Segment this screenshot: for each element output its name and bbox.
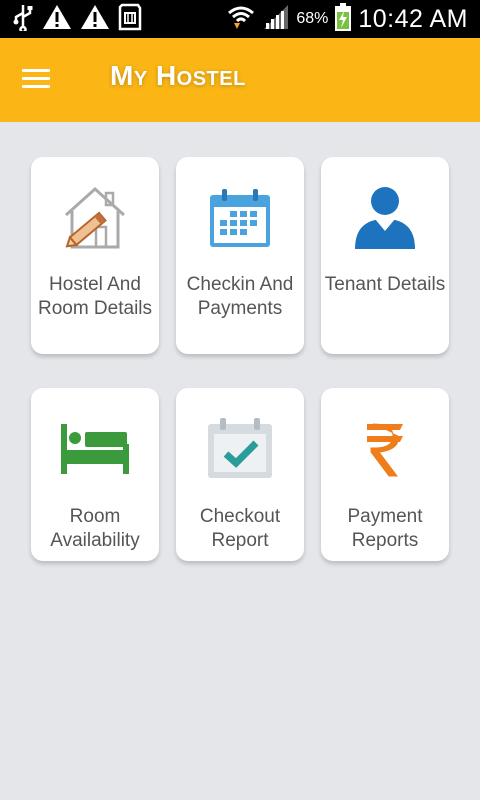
tile-tenant-details[interactable]: Tenant Details: [321, 157, 449, 354]
signal-icon: [262, 3, 290, 36]
tile-label: Room Availability: [50, 506, 140, 551]
battery-charging-icon: [334, 2, 352, 37]
usb-icon: [12, 3, 34, 36]
tile-label: Tenant Details: [324, 274, 446, 295]
tile-hostel-room-details[interactable]: Hostel And Room Details: [31, 157, 159, 354]
tile-checkout-report[interactable]: Checkout Report: [176, 388, 304, 561]
menu-button[interactable]: [22, 64, 62, 96]
app-bar: My Hostel: [0, 38, 480, 122]
tile-label: Checkin And Payments: [186, 274, 294, 319]
battery-percent: 68%: [296, 10, 329, 27]
status-bar: 68% 10:42 AM: [0, 0, 480, 38]
clock: 10:42 AM: [358, 4, 468, 33]
person-icon: [321, 185, 449, 251]
tile-label: Checkout Report: [199, 506, 281, 551]
house-pencil-icon: [31, 183, 159, 253]
sd-card-icon: [118, 3, 142, 36]
warning-icon: [42, 3, 72, 36]
tile-checkin-payments[interactable]: Checkin And Payments: [176, 157, 304, 354]
calendar-icon: [176, 187, 304, 249]
warning-icon: [80, 3, 110, 36]
tile-room-availability[interactable]: Room Availability: [31, 388, 159, 561]
tile-label: Payment Reports: [347, 506, 423, 551]
status-bar-system: 68% 10:42 AM: [226, 0, 468, 38]
tile-label: Hostel And Room Details: [37, 274, 153, 319]
rupee-icon: [321, 420, 449, 478]
status-bar-notifications: [12, 3, 142, 36]
hamburger-menu-icon: [22, 69, 62, 88]
calendar-check-icon: [176, 416, 304, 480]
wifi-icon: [226, 3, 256, 36]
bed-icon: [31, 420, 159, 478]
tile-payment-reports[interactable]: Payment Reports: [321, 388, 449, 561]
app-title: My Hostel: [110, 60, 246, 91]
